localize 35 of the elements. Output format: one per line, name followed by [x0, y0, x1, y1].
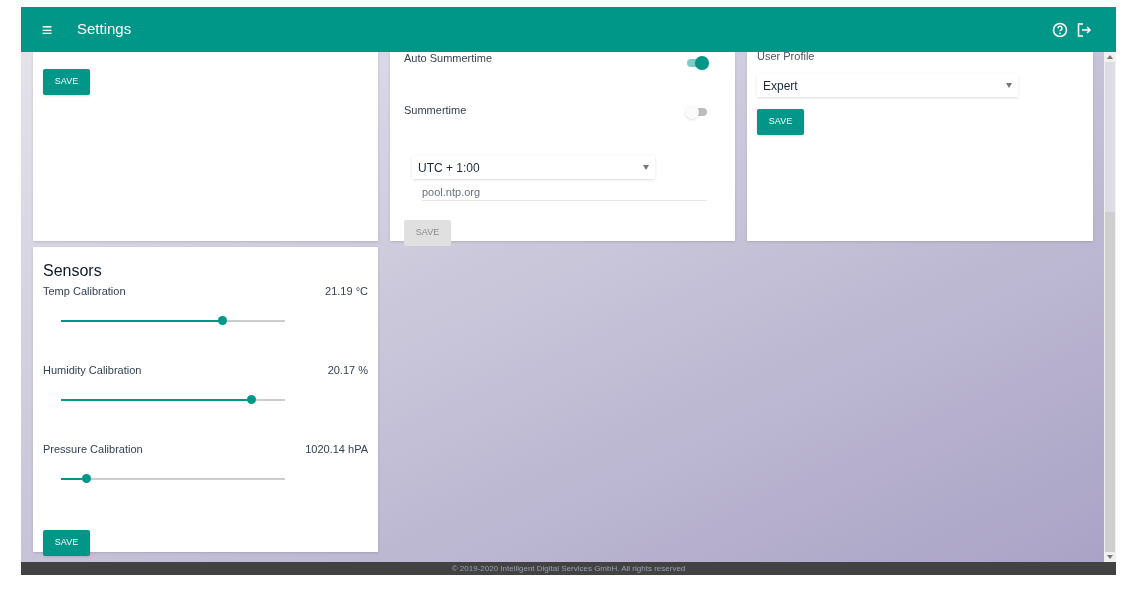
save-button[interactable]: SAVE [757, 109, 804, 135]
profile-select[interactable]: Expert [757, 74, 1018, 97]
toggle-switch[interactable] [685, 56, 709, 70]
copyright-text: © 2019-2020 Intelligent Digital Services GmbH. All rights reserved [451, 562, 686, 575]
toggle-switch[interactable] [685, 105, 709, 119]
help-icon[interactable] [1052, 21, 1068, 38]
field-label: User Profile [757, 52, 816, 64]
slider-label: Pressure Calibration [43, 442, 143, 457]
slider-thumb[interactable] [247, 394, 257, 404]
ntp-server-field[interactable]: pool.ntp.org [422, 184, 707, 201]
slider-track[interactable] [61, 398, 285, 401]
save-button[interactable]: SAVE [43, 530, 90, 556]
toggle-label: Summertime [404, 103, 467, 118]
toggle-label: Auto Summertime [404, 52, 493, 64]
slider-label: Temp Calibration [43, 284, 126, 299]
dropdown-arrow-icon [1006, 83, 1012, 88]
scrollbar-thumb[interactable] [1105, 62, 1115, 212]
slider-reading: 21.19 °C [325, 284, 368, 299]
scroll-up-icon[interactable] [1107, 55, 1113, 59]
scroll-down-icon[interactable] [1107, 555, 1113, 559]
dropdown-arrow-icon [643, 165, 649, 170]
save-button[interactable]: SAVE [43, 68, 90, 95]
slider-track[interactable] [61, 319, 285, 322]
slider-thumb[interactable] [81, 473, 91, 483]
menu-button[interactable]: ≡ [37, 20, 57, 39]
scrollbar[interactable] [1104, 52, 1116, 562]
slider-reading: 1020.14 hPA [305, 442, 368, 457]
page-title: Settings [77, 19, 132, 40]
timezone-select[interactable]: UTC + 1:00 [412, 156, 655, 179]
card-title: Sensors [43, 261, 103, 281]
slider-thumb[interactable] [218, 315, 228, 325]
slider-reading: 20.17 % [327, 363, 368, 378]
slider-track[interactable] [61, 477, 285, 480]
slider-label: Humidity Calibration [43, 363, 142, 378]
logout-icon[interactable] [1076, 21, 1092, 38]
